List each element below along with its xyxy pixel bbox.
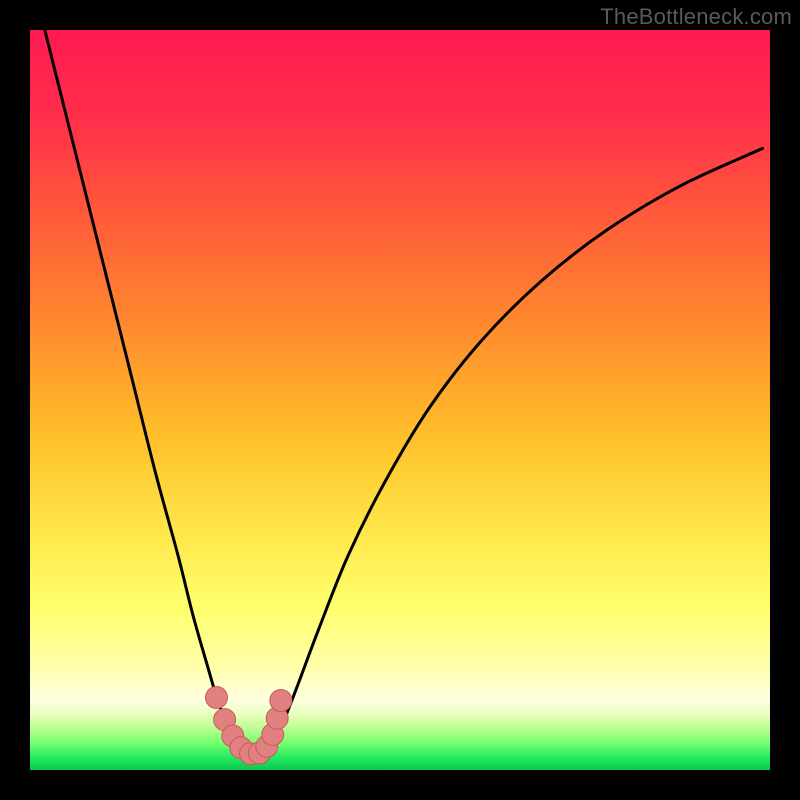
highlight-markers bbox=[205, 686, 291, 764]
watermark-text: TheBottleneck.com bbox=[600, 4, 792, 30]
curve-layer bbox=[30, 30, 770, 770]
chart-frame: TheBottleneck.com bbox=[0, 0, 800, 800]
marker-point bbox=[270, 689, 292, 711]
marker-point bbox=[205, 686, 227, 708]
bottleneck-curve bbox=[45, 30, 763, 754]
plot-area bbox=[30, 30, 770, 770]
